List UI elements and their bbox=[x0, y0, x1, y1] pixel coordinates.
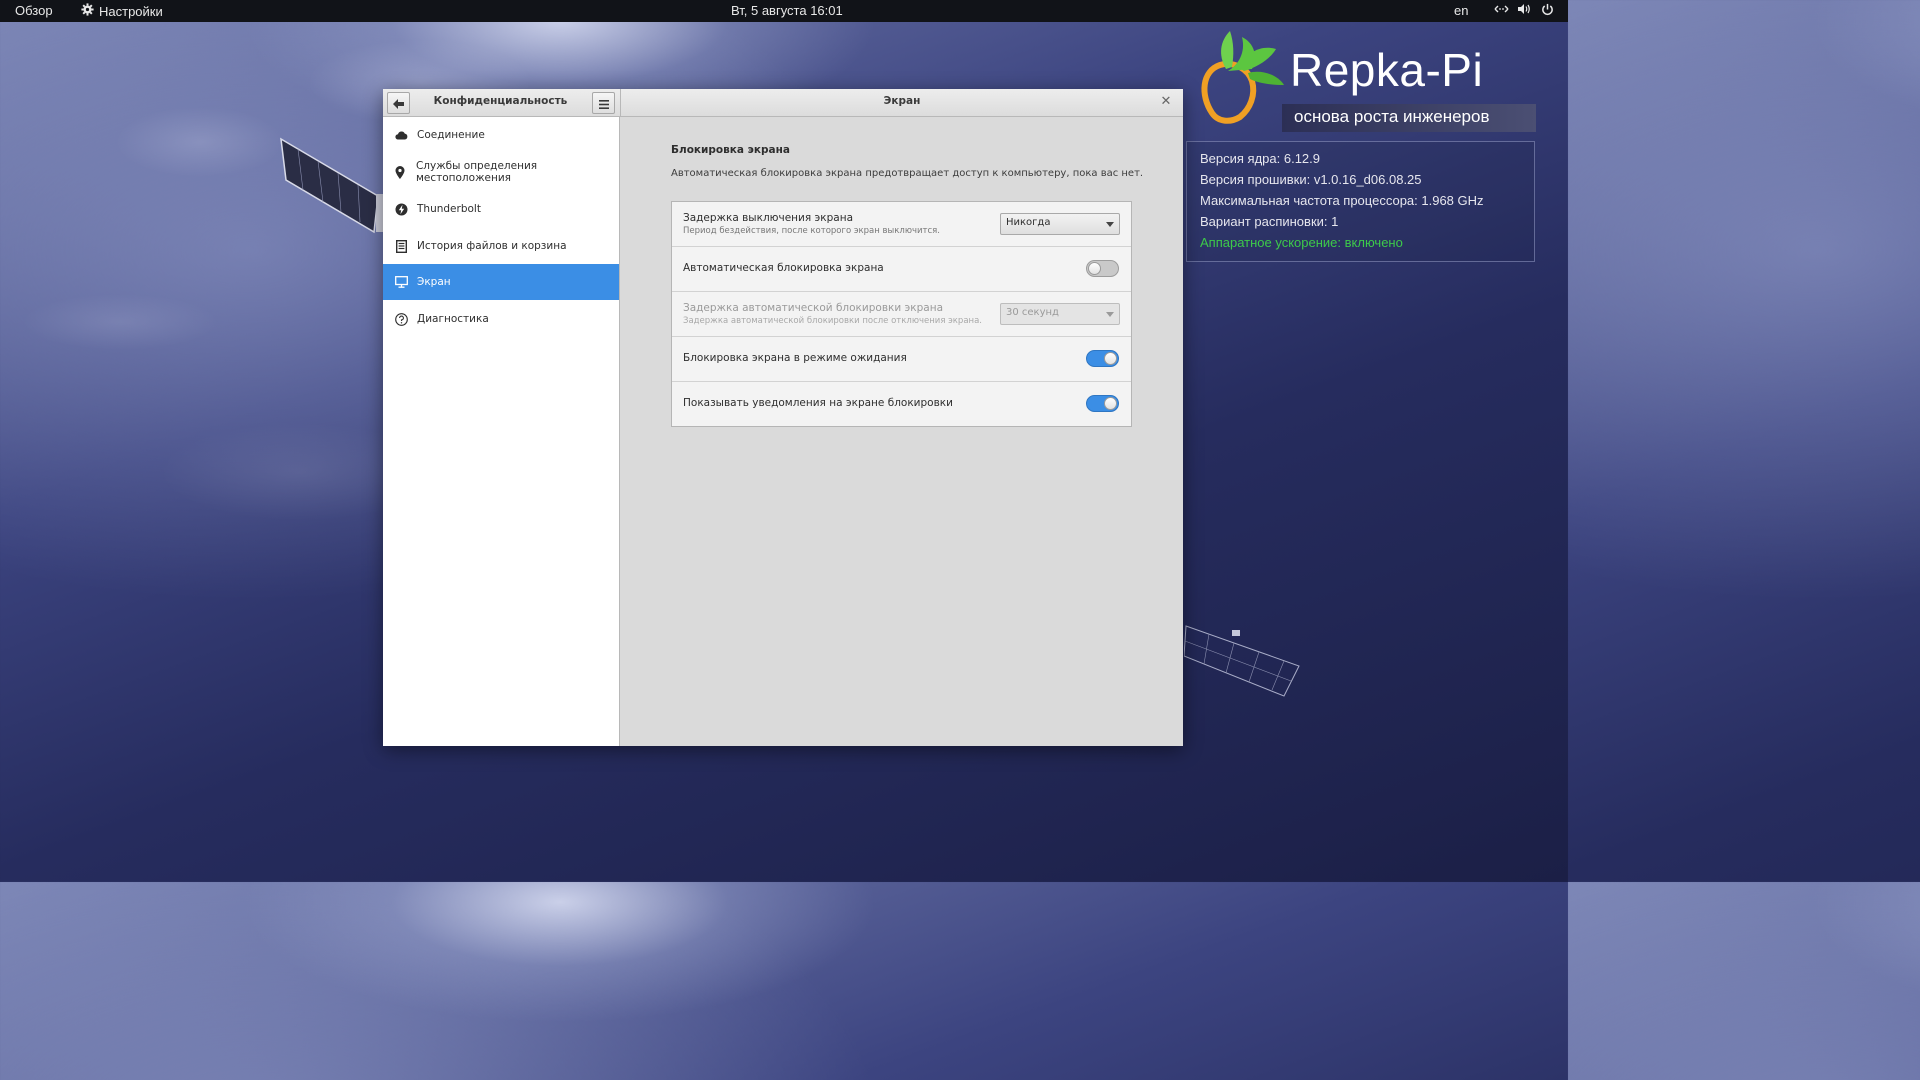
cpu-frequency: Максимальная частота процессора: 1.968 G… bbox=[1200, 193, 1484, 208]
auto-lock-delay-dropdown[interactable]: 30 секунд bbox=[1000, 303, 1120, 325]
close-icon: ✕ bbox=[1160, 94, 1172, 109]
toggle-knob bbox=[1088, 262, 1101, 275]
settings-window: Конфиденциальность Экран ✕ Соединение Сл… bbox=[383, 89, 1183, 746]
hamburger-icon bbox=[598, 94, 609, 113]
sidebar-item-diagnostics[interactable]: Диагностика bbox=[383, 301, 619, 337]
sidebar-header: Конфиденциальность bbox=[383, 89, 621, 117]
toggle-knob bbox=[1104, 397, 1117, 410]
satellite-image-2 bbox=[1184, 625, 1300, 697]
dropdown-value: 30 секунд bbox=[1006, 307, 1059, 318]
close-window-button[interactable]: ✕ bbox=[1157, 93, 1175, 111]
auto-lock-toggle[interactable] bbox=[1086, 260, 1119, 277]
sidebar-item-file-history[interactable]: История файлов и корзина bbox=[383, 228, 619, 264]
back-button[interactable] bbox=[387, 92, 410, 114]
row-title: Задержка автоматической блокировки экран… bbox=[683, 302, 944, 314]
row-lock-on-suspend: Блокировка экрана в режиме ожидания bbox=[672, 337, 1131, 382]
network-icon[interactable] bbox=[1494, 3, 1509, 20]
row-title: Блокировка экрана в режиме ожидания bbox=[683, 352, 907, 364]
row-title: Показывать уведомления на экране блокиро… bbox=[683, 397, 953, 409]
top-bar: Обзор Настройки Вт, 5 августа 16:01 en bbox=[0, 0, 1568, 22]
system-info-panel: Версия ядра: 6.12.9 Версия прошивки: v1.… bbox=[1186, 141, 1535, 262]
screen-off-delay-dropdown[interactable]: Никогда bbox=[1000, 213, 1120, 235]
sidebar: Соединение Службы определения местополож… bbox=[383, 117, 620, 746]
dropdown-value: Никогда bbox=[1006, 217, 1051, 228]
thunderbolt-icon bbox=[394, 202, 408, 216]
app-menu-label: Настройки bbox=[99, 3, 163, 19]
lock-screen-notifications-toggle[interactable] bbox=[1086, 395, 1119, 412]
logo-subtitle: основа роста инженеров bbox=[1294, 107, 1490, 126]
location-pin-icon bbox=[394, 165, 407, 179]
row-title: Автоматическая блокировка экрана bbox=[683, 262, 884, 274]
satellite-image bbox=[280, 137, 384, 234]
toggle-knob bbox=[1104, 352, 1117, 365]
sidebar-item-label: Экран bbox=[417, 276, 451, 288]
row-auto-lock: Автоматическая блокировка экрана bbox=[672, 247, 1131, 292]
screen-settings-panel: Блокировка экрана Автоматическая блокиро… bbox=[620, 117, 1183, 746]
row-subtitle: Период бездействия, после которого экран… bbox=[683, 226, 940, 236]
document-icon bbox=[394, 239, 408, 253]
section-description: Автоматическая блокировка экрана предотв… bbox=[671, 168, 1144, 179]
repka-pi-logo: Repka-Pi основа роста инженеров bbox=[1198, 25, 1538, 133]
sidebar-item-label: Thunderbolt bbox=[417, 203, 481, 215]
kernel-version: Версия ядра: 6.12.9 bbox=[1200, 151, 1320, 166]
volume-icon[interactable] bbox=[1517, 3, 1531, 19]
power-icon[interactable] bbox=[1541, 3, 1554, 20]
sidebar-item-label: Диагностика bbox=[417, 313, 489, 325]
row-auto-lock-delay: Задержка автоматической блокировки экран… bbox=[672, 292, 1131, 337]
row-subtitle: Задержка автоматической блокировки после… bbox=[683, 316, 983, 326]
radish-logo-icon bbox=[1201, 31, 1284, 124]
gear-icon bbox=[81, 3, 94, 20]
monitor-icon bbox=[394, 275, 408, 289]
section-title: Блокировка экрана bbox=[671, 144, 790, 156]
chevron-down-icon bbox=[1106, 222, 1114, 227]
app-menu-button[interactable]: Настройки bbox=[81, 3, 163, 20]
sidebar-item-label: История файлов и корзина bbox=[417, 240, 567, 252]
cloud-icon bbox=[394, 128, 408, 142]
hamburger-menu-button[interactable] bbox=[592, 92, 615, 114]
sidebar-item-label: Службы определения местоположения bbox=[415, 160, 538, 184]
help-circle-icon bbox=[394, 312, 408, 326]
arrow-left-icon bbox=[393, 94, 404, 113]
activities-button[interactable]: Обзор bbox=[15, 3, 53, 19]
chevron-down-icon bbox=[1106, 312, 1114, 317]
hardware-acceleration-status: Аппаратное ускорение: включено bbox=[1200, 235, 1403, 250]
lock-on-suspend-toggle[interactable] bbox=[1086, 350, 1119, 367]
settings-list: Задержка выключения экрана Период бездей… bbox=[671, 201, 1132, 427]
keyboard-layout-indicator[interactable]: en bbox=[1454, 3, 1468, 19]
pinout-variant: Вариант распиновки: 1 bbox=[1200, 214, 1339, 229]
sidebar-title: Конфиденциальность bbox=[433, 95, 568, 107]
logo-title: Repka-Pi bbox=[1290, 44, 1484, 96]
row-lock-screen-notifications: Показывать уведомления на экране блокиро… bbox=[672, 382, 1131, 426]
clock[interactable]: Вт, 5 августа 16:01 bbox=[731, 3, 843, 19]
panel-title: Экран bbox=[883, 95, 921, 107]
sidebar-item-screen[interactable]: Экран bbox=[383, 264, 619, 300]
row-title: Задержка выключения экрана bbox=[683, 212, 854, 224]
row-screen-off-delay: Задержка выключения экрана Период бездей… bbox=[672, 202, 1131, 247]
sidebar-item-thunderbolt[interactable]: Thunderbolt bbox=[383, 191, 619, 227]
sidebar-item-label: Соединение bbox=[417, 129, 485, 141]
sidebar-item-connection[interactable]: Соединение bbox=[383, 117, 619, 153]
sidebar-item-location[interactable]: Службы определения местоположения bbox=[383, 154, 619, 190]
panel-header: Экран ✕ bbox=[621, 89, 1183, 117]
firmware-version: Версия прошивки: v1.0.16_d06.08.25 bbox=[1200, 172, 1422, 187]
